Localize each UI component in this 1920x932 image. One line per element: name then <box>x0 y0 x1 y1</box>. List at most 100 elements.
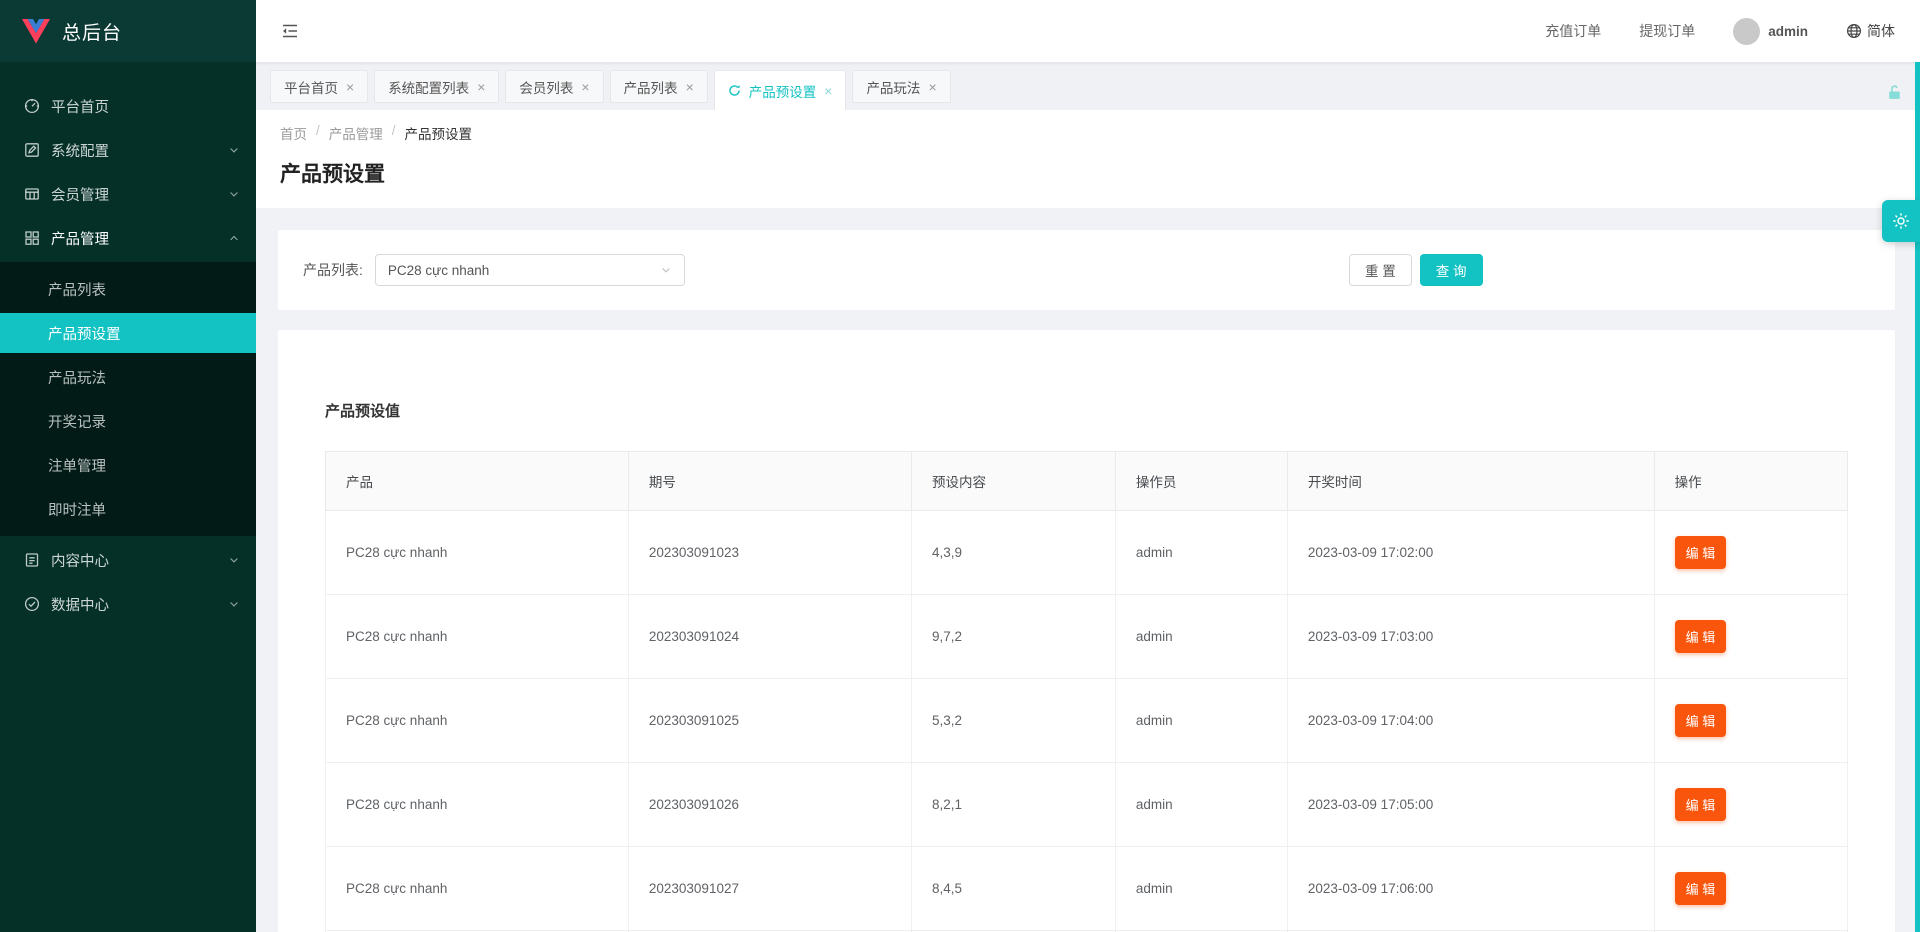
sidebar-subitem[interactable]: 开奖记录 <box>0 401 256 441</box>
sidebar-item-member-management[interactable]: 会员管理 <box>0 174 256 214</box>
col-issue: 期号 <box>628 452 911 511</box>
sidebar-item-label: 内容中心 <box>51 550 109 571</box>
table-row: PC28 cực nhanh 202303091025 5,3,2 admin … <box>326 679 1848 763</box>
sidebar-subitem[interactable]: 产品预设置 <box>0 313 256 353</box>
cell-draw-time: 2023-03-09 17:02:00 <box>1287 511 1654 595</box>
sidebar-item-product-management[interactable]: 产品管理 <box>0 218 256 258</box>
cell-preset: 4,3,9 <box>911 511 1115 595</box>
sidebar-item-platform-home[interactable]: 平台首页 <box>0 86 256 126</box>
cell-action: 编 辑 <box>1654 763 1847 847</box>
profile-icon <box>24 552 40 568</box>
edit-button[interactable]: 编 辑 <box>1675 704 1727 737</box>
app-window: 总后台 平台首页 系统配置 <box>0 0 1920 932</box>
sidebar-item-system-config[interactable]: 系统配置 <box>0 130 256 170</box>
tab[interactable]: 产品玩法 × <box>852 70 950 103</box>
dashboard-icon <box>24 98 40 114</box>
menu-fold-icon[interactable] <box>281 22 299 40</box>
sidebar-item-data-center[interactable]: 数据中心 <box>0 584 256 624</box>
app-title: 总后台 <box>62 18 122 45</box>
search-button[interactable]: 查 询 <box>1420 254 1483 286</box>
close-icon[interactable]: × <box>346 80 354 94</box>
preset-table: 产品 期号 预设内容 操作员 开奖时间 操作 PC28 cực nhanh 20… <box>325 451 1848 932</box>
topbar: 充值订单 提现订单 admin 简体 <box>256 0 1920 62</box>
cell-product: PC28 cực nhanh <box>326 679 629 763</box>
close-icon[interactable]: × <box>581 80 589 94</box>
sidebar-subitem-label: 即时注单 <box>48 499 106 520</box>
cell-issue: 202303091026 <box>628 763 911 847</box>
language-switch[interactable]: 简体 <box>1846 21 1895 41</box>
unlock-icon[interactable] <box>1886 84 1903 101</box>
tab[interactable]: 产品列表 × <box>610 70 708 103</box>
cell-product: PC28 cực nhanh <box>326 763 629 847</box>
close-icon[interactable]: × <box>477 80 485 94</box>
settings-fab[interactable] <box>1882 200 1920 242</box>
avatar <box>1733 18 1760 45</box>
sidebar-subitem-label: 产品列表 <box>48 279 106 300</box>
product-select-value: PC28 cực nhanh <box>388 263 489 278</box>
username: admin <box>1768 24 1808 39</box>
breadcrumb-item[interactable]: 产品管理 <box>329 123 383 143</box>
breadcrumb-item[interactable]: 首页 <box>280 123 307 143</box>
tab[interactable]: 产品预设置 × <box>714 70 847 110</box>
tab-label: 产品玩法 <box>866 77 920 97</box>
refresh-icon[interactable] <box>728 84 741 97</box>
sidebar-item-content-center[interactable]: 内容中心 <box>0 540 256 580</box>
content-area: 产品列表: PC28 cực nhanh 重 置 查 询 产品预设值 <box>256 208 1920 932</box>
cell-draw-time: 2023-03-09 17:06:00 <box>1287 847 1654 931</box>
logo-row[interactable]: 总后台 <box>0 0 256 62</box>
tab-label: 平台首页 <box>284 77 338 97</box>
cell-draw-time: 2023-03-09 17:05:00 <box>1287 763 1654 847</box>
sidebar-subitem[interactable]: 产品玩法 <box>0 357 256 397</box>
recharge-orders-link[interactable]: 充值订单 <box>1545 21 1601 41</box>
sidebar-menu: 平台首页 系统配置 会员管理 <box>0 62 256 624</box>
table-header-row: 产品 期号 预设内容 操作员 开奖时间 操作 <box>326 452 1848 511</box>
close-icon[interactable]: × <box>928 80 936 94</box>
sidebar-subitem[interactable]: 即时注单 <box>0 489 256 529</box>
cell-issue: 202303091024 <box>628 595 911 679</box>
cell-action: 编 辑 <box>1654 847 1847 931</box>
tab-label: 系统配置列表 <box>388 77 469 97</box>
close-icon[interactable]: × <box>824 84 832 98</box>
sidebar-item-label: 数据中心 <box>51 594 109 615</box>
reset-button[interactable]: 重 置 <box>1349 254 1412 286</box>
close-icon[interactable]: × <box>686 80 694 94</box>
col-operator: 操作员 <box>1115 452 1287 511</box>
sidebar-subitem-label: 注单管理 <box>48 455 106 476</box>
sidebar-subitem-label: 产品预设置 <box>48 323 121 344</box>
cell-operator: admin <box>1115 679 1287 763</box>
topbar-right: 充值订单 提现订单 admin 简体 <box>1545 18 1895 45</box>
cell-issue: 202303091025 <box>628 679 911 763</box>
sidebar-item-label: 系统配置 <box>51 140 109 161</box>
tabs-container: 平台首页 × 系统配置列表 × 会员列表 × 产品列表 × 产品预设置 × 产品… <box>270 70 957 110</box>
chevron-down-icon <box>228 554 240 566</box>
gear-icon <box>1891 211 1911 231</box>
edit-button[interactable]: 编 辑 <box>1675 788 1727 821</box>
col-preset: 预设内容 <box>911 452 1115 511</box>
form-icon <box>24 142 40 158</box>
scrollbar[interactable] <box>1915 62 1920 932</box>
edit-button[interactable]: 编 辑 <box>1675 620 1727 653</box>
edit-button[interactable]: 编 辑 <box>1675 536 1727 569</box>
sidebar-subitem[interactable]: 注单管理 <box>0 445 256 485</box>
tab[interactable]: 平台首页 × <box>270 70 368 103</box>
product-select[interactable]: PC28 cực nhanh <box>375 254 685 286</box>
cell-action: 编 辑 <box>1654 679 1847 763</box>
filter-buttons: 重 置 查 询 <box>1349 254 1483 286</box>
edit-button[interactable]: 编 辑 <box>1675 872 1727 905</box>
language-label: 简体 <box>1867 21 1895 41</box>
cell-operator: admin <box>1115 511 1287 595</box>
appstore-icon <box>24 230 40 246</box>
product-list-label: 产品列表: <box>303 260 363 280</box>
col-product: 产品 <box>326 452 629 511</box>
sidebar-subitem[interactable]: 产品列表 <box>0 269 256 309</box>
tab[interactable]: 会员列表 × <box>505 70 603 103</box>
check-circle-icon <box>24 596 40 612</box>
chevron-down-icon <box>660 264 672 276</box>
sidebar: 总后台 平台首页 系统配置 <box>0 0 256 932</box>
withdraw-orders-link[interactable]: 提现订单 <box>1639 21 1695 41</box>
user-menu[interactable]: admin <box>1733 18 1808 45</box>
page-title: 产品预设置 <box>280 158 1896 188</box>
brand-logo-icon <box>22 19 50 44</box>
tab[interactable]: 系统配置列表 × <box>374 70 499 103</box>
chevron-down-icon <box>228 598 240 610</box>
